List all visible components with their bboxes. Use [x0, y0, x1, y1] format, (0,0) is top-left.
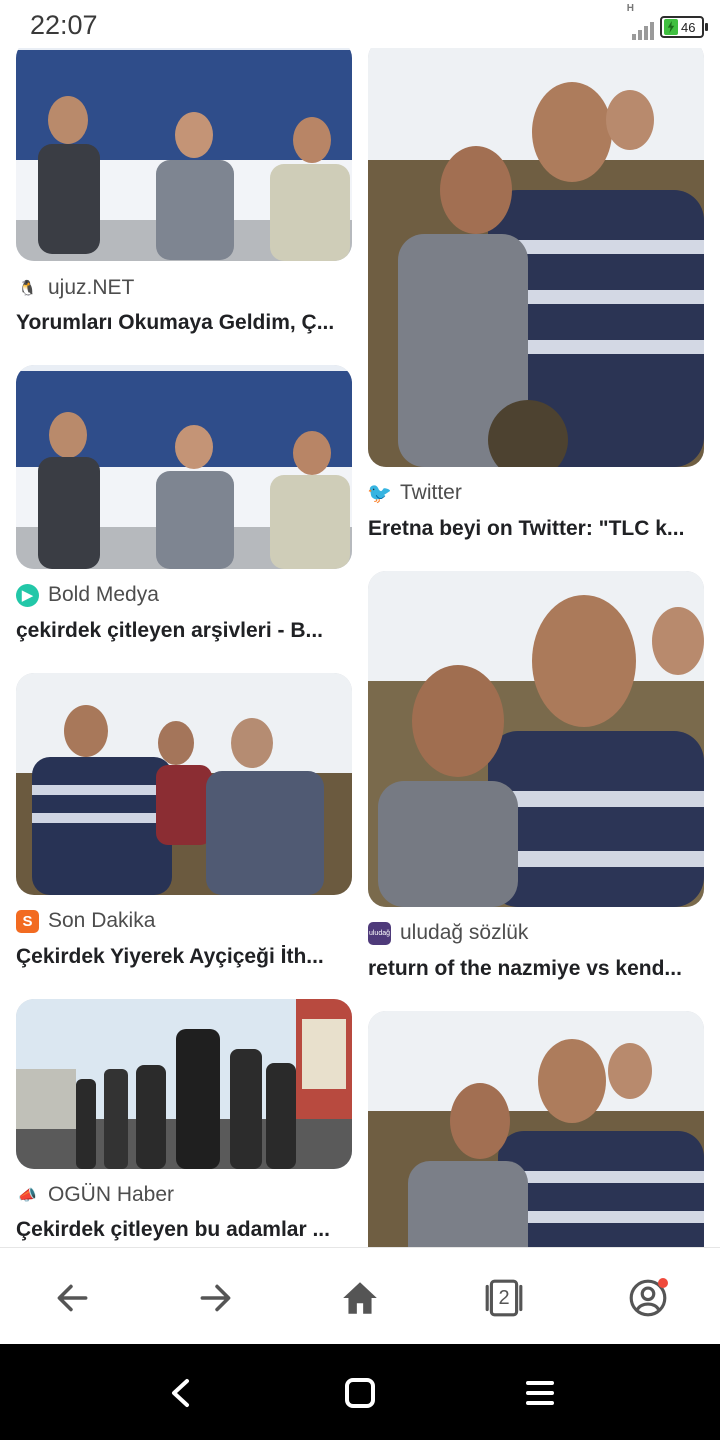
result-title[interactable]: Yorumları Okumaya Geldim, Ç... — [16, 311, 352, 335]
play-circle-icon: ▶ — [16, 583, 39, 607]
source-name: Twitter — [400, 481, 462, 504]
result-source[interactable]: ▶ Bold Medya — [16, 583, 159, 607]
result-thumbnail[interactable] — [16, 999, 352, 1169]
system-back-button[interactable] — [156, 1368, 206, 1418]
system-navigation-bar — [0, 1344, 720, 1440]
account-button[interactable] — [620, 1270, 676, 1326]
source-name: ujuz.NET — [48, 276, 135, 299]
source-name: OGÜN Haber — [48, 1183, 175, 1206]
uludag-logo-icon: uludağ — [368, 921, 391, 945]
menu-lines-icon — [526, 1381, 554, 1405]
back-chevron-icon — [172, 1379, 189, 1407]
source-name: uludağ sözlük — [400, 921, 529, 944]
penguin-icon: 🐧 — [16, 276, 39, 300]
tab-count: 2 — [498, 1286, 510, 1309]
result-title[interactable]: return of the nazmiye vs kend... — [368, 957, 704, 981]
result-thumbnail[interactable] — [16, 673, 352, 895]
back-button[interactable] — [44, 1270, 100, 1326]
megaphone-icon: 📣 — [16, 1183, 39, 1207]
home-icon — [343, 1282, 377, 1314]
battery-icon: 46 — [660, 16, 708, 38]
status-bar: 22:07 H 46 — [0, 0, 720, 48]
result-thumbnail[interactable] — [368, 571, 704, 907]
result-title[interactable]: Eretna beyi on Twitter: "TLC k... — [368, 517, 704, 541]
s-logo-icon: S — [16, 909, 39, 933]
status-icons: 46 — [632, 8, 708, 42]
source-name: Bold Medya — [48, 583, 159, 606]
signal-icon — [632, 20, 654, 40]
tabs-button[interactable]: 2 — [476, 1270, 532, 1326]
result-title[interactable]: Çekirdek Yiyerek Ayçiçeği İth... — [16, 945, 352, 969]
result-source[interactable]: 🐧 ujuz.NET — [16, 276, 134, 300]
home-button[interactable] — [332, 1270, 388, 1326]
result-source[interactable]: 📣 OGÜN Haber — [16, 1183, 174, 1207]
result-title[interactable]: Çekirdek çitleyen bu adamlar ... — [16, 1218, 352, 1242]
result-thumbnail[interactable] — [368, 40, 704, 467]
image-results-feed: 🐧 ujuz.NET Yorumları Okumaya Geldim, Ç..… — [0, 0, 720, 1247]
twitter-bird-icon: 🐦 — [367, 481, 392, 505]
result-thumbnail[interactable] — [16, 40, 352, 261]
source-name: Son Dakika — [48, 909, 156, 932]
browser-bottom-bar: 2 — [0, 1247, 720, 1344]
forward-button[interactable] — [188, 1270, 244, 1326]
notification-dot — [658, 1278, 668, 1288]
result-thumbnail[interactable] — [368, 1011, 704, 1247]
result-title[interactable]: çekirdek çitleyen arşivleri - B... — [16, 619, 352, 643]
status-time: 22:07 — [30, 10, 98, 40]
result-source[interactable]: uludağ uludağ sözlük — [368, 921, 528, 945]
forward-arrow-icon — [200, 1284, 231, 1312]
back-arrow-icon — [57, 1284, 88, 1312]
result-thumbnail[interactable] — [16, 365, 352, 569]
battery-level: 46 — [681, 19, 696, 35]
result-source[interactable]: 🐦 Twitter — [367, 481, 462, 505]
home-square-icon — [345, 1378, 375, 1408]
result-source[interactable]: S Son Dakika — [16, 909, 155, 933]
system-menu-button[interactable] — [515, 1368, 565, 1418]
system-home-button[interactable] — [335, 1368, 385, 1418]
